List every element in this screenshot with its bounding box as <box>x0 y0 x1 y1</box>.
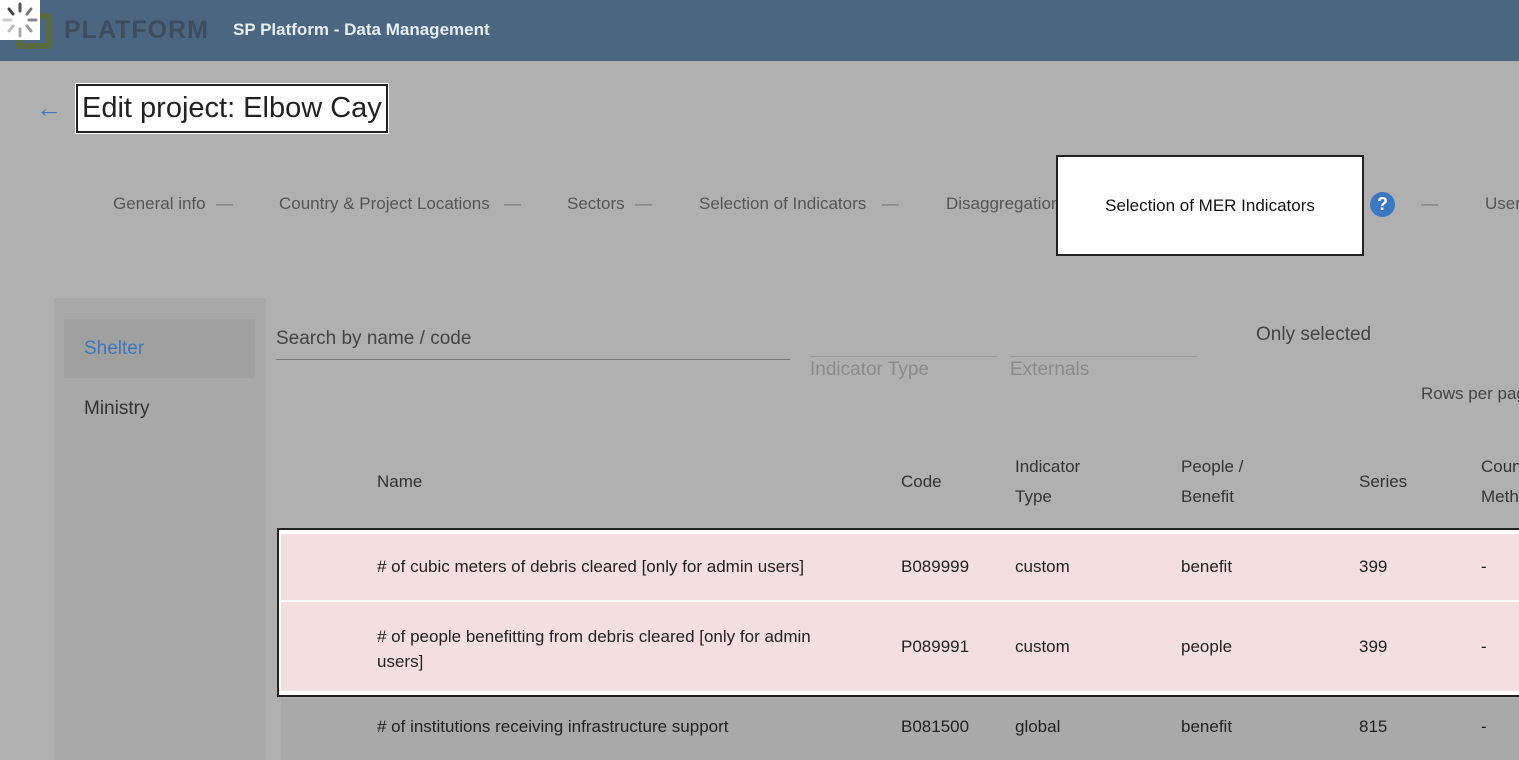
column-header-count-method[interactable]: Coun Meth <box>1481 452 1519 512</box>
cell-people-benefit: benefit <box>1181 557 1233 576</box>
cell-indicator-type: global <box>1015 717 1061 736</box>
step-divider: — <box>635 194 652 213</box>
column-header-line: Indicator <box>1015 457 1081 476</box>
cell-indicator-type: custom <box>1015 637 1070 656</box>
column-header-line: People / <box>1181 457 1244 476</box>
cell-count-method: - <box>1481 557 1487 576</box>
column-header-line: Benefit <box>1181 487 1234 506</box>
only-selected-toggle[interactable]: Only selected <box>1256 324 1371 346</box>
cell-name-line: # of people benefitting from debris clea… <box>377 627 811 646</box>
help-circle-icon[interactable]: ? <box>1370 192 1395 217</box>
cell-count-method: - <box>1481 717 1487 736</box>
step-user[interactable]: User <box>1485 194 1519 214</box>
rows-per-page-label: Rows per pag <box>1421 384 1519 403</box>
cell-series: 399 <box>1359 557 1388 576</box>
table-row[interactable]: # of cubic meters of debris cleared [onl… <box>281 534 1519 600</box>
cell-people-benefit: benefit <box>1181 717 1233 736</box>
app-title: SP Platform - Data Management <box>233 20 490 39</box>
column-header-series[interactable]: Series <box>1359 467 1407 497</box>
table-row[interactable]: # of institutions receiving infrastructu… <box>281 698 1519 760</box>
step-sectors[interactable]: Sectors <box>567 194 625 214</box>
column-header-line: Meth <box>1481 487 1519 506</box>
cell-code: B081500 <box>901 717 970 736</box>
step-general-info[interactable]: General info <box>113 194 206 214</box>
cell-name: # of people benefitting from debris clea… <box>377 624 811 674</box>
sector-sidebar: Shelter Ministry <box>54 298 266 760</box>
step-country-project-locations[interactable]: Country & Project Locations <box>279 194 490 214</box>
sidebar-item-ministry[interactable]: Ministry <box>64 379 255 438</box>
step-selection-of-indicators[interactable]: Selection of Indicators <box>699 194 866 214</box>
sidebar-item-shelter[interactable]: Shelter <box>64 319 255 378</box>
arrow-left-icon[interactable]: ← <box>36 94 64 122</box>
step-divider: — <box>216 194 233 213</box>
table-row[interactable]: # of people benefitting from debris clea… <box>281 602 1519 691</box>
cell-series: 815 <box>1359 717 1388 736</box>
step-divider: — <box>504 194 521 213</box>
cell-code: B089999 <box>901 557 970 576</box>
column-header-line: Coun <box>1481 457 1519 476</box>
cell-count-method: - <box>1481 637 1487 656</box>
cell-name-line: users] <box>377 652 424 671</box>
externals-select[interactable]: Externals <box>1010 356 1197 380</box>
step-divider: — <box>882 194 899 213</box>
cell-series: 399 <box>1359 637 1388 656</box>
step-divider: — <box>1421 194 1438 213</box>
loading-spinner-icon <box>0 0 40 40</box>
step-active-label: Selection of MER Indicators <box>1105 195 1315 215</box>
logo-text: PLATFORM <box>64 16 210 44</box>
cell-name: # of cubic meters of debris cleared [onl… <box>377 557 805 576</box>
step-disaggregation[interactable]: Disaggregation <box>946 194 1060 214</box>
column-header-name[interactable]: Name <box>377 467 422 497</box>
column-header-line: Type <box>1015 487 1052 506</box>
column-header-people-benefit[interactable]: People / Benefit <box>1181 452 1243 512</box>
project-stepper: General info — Country & Project Locatio… <box>0 155 1519 256</box>
column-header-indicator-type[interactable]: Indicator Type <box>1015 452 1080 512</box>
cell-name: # of institutions receiving infrastructu… <box>377 717 729 736</box>
step-selection-of-mer-indicators[interactable]: Selection of MER Indicators <box>1056 155 1364 256</box>
cell-code: P089991 <box>901 637 970 656</box>
page-title: Edit project: Elbow Cay <box>76 84 388 133</box>
column-header-code[interactable]: Code <box>901 467 942 497</box>
search-input[interactable]: Search by name / code <box>276 324 790 360</box>
cell-people-benefit: people <box>1181 637 1233 656</box>
indicator-type-select[interactable]: Indicator Type <box>810 356 997 380</box>
cell-indicator-type: custom <box>1015 557 1070 576</box>
top-bar: PLATFORM SP Platform - Data Management <box>0 0 1519 61</box>
